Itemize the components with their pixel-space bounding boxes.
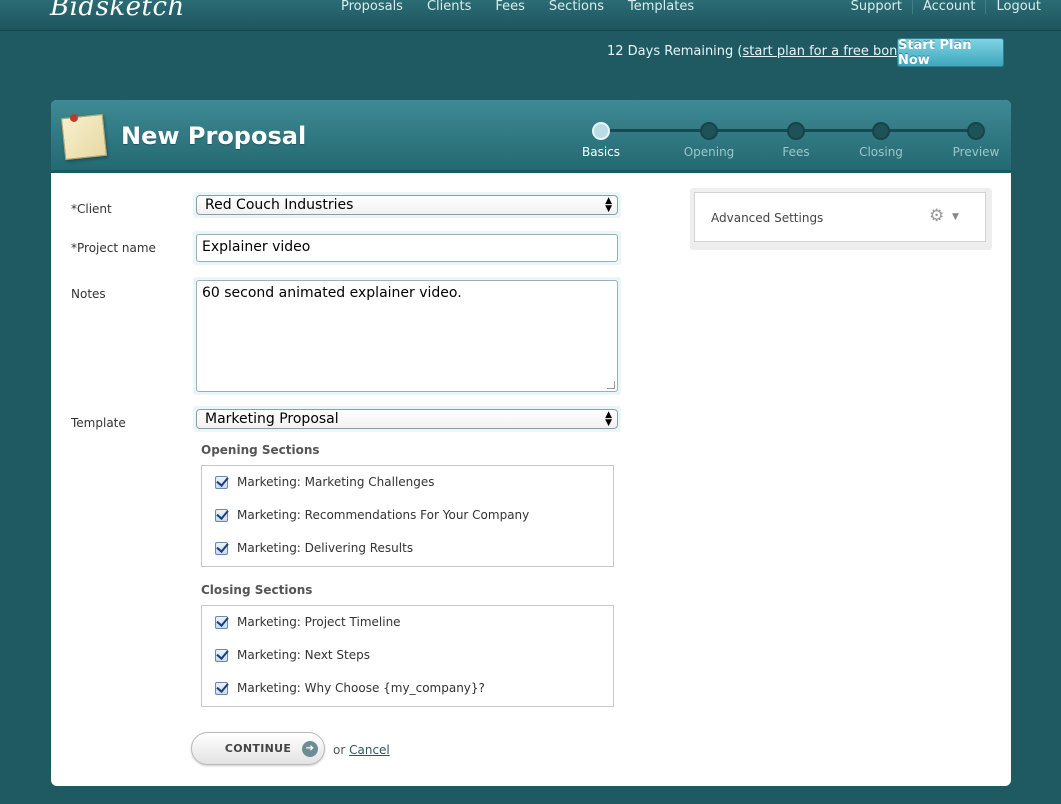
- opening-sections-title: Opening Sections: [201, 443, 320, 457]
- select-arrows-icon: ▲ ▼: [605, 196, 612, 214]
- checkbox-checked-icon[interactable]: [215, 648, 228, 662]
- notes-textarea[interactable]: 60 second animated explainer video.: [196, 280, 618, 392]
- main-nav: Proposals Clients Fees Sections Template…: [329, 0, 706, 14]
- list-item[interactable]: Marketing: Project Timeline: [215, 615, 401, 629]
- step-label: Closing: [859, 145, 903, 159]
- section-label: Marketing: Marketing Challenges: [237, 475, 435, 489]
- checkbox-checked-icon[interactable]: [215, 615, 228, 629]
- section-label: Marketing: Project Timeline: [237, 615, 401, 629]
- advanced-settings-panel: Advanced Settings ⚙ ▼: [690, 188, 992, 250]
- advanced-settings-toggle[interactable]: Advanced Settings ⚙ ▼: [694, 192, 986, 242]
- gear-icon[interactable]: ⚙: [929, 206, 944, 226]
- caret-down-icon[interactable]: ▼: [952, 212, 959, 222]
- continue-button[interactable]: CONTINUE ➔: [191, 732, 325, 765]
- checkbox-checked-icon[interactable]: [215, 508, 228, 522]
- closing-sections-title: Closing Sections: [201, 583, 313, 597]
- nav-clients[interactable]: Clients: [415, 0, 483, 14]
- step-basics[interactable]: Basics: [561, 120, 641, 159]
- nav-logout[interactable]: Logout: [985, 0, 1051, 14]
- page-title: New Proposal: [121, 122, 307, 150]
- panel-header: New Proposal Basics Opening Fees Closing: [51, 100, 1011, 173]
- section-label: Marketing: Recommendations For Your Comp…: [237, 508, 530, 522]
- start-plan-button[interactable]: Start Plan Now: [897, 38, 1004, 68]
- step-dot: [967, 122, 985, 140]
- step-dot: [592, 122, 610, 140]
- checkbox-checked-icon[interactable]: [215, 475, 228, 489]
- project-name-input[interactable]: Explainer video: [196, 234, 618, 262]
- checkbox-checked-icon[interactable]: [215, 541, 228, 555]
- step-preview[interactable]: Preview: [936, 120, 1011, 159]
- list-item[interactable]: Marketing: Marketing Challenges: [215, 475, 435, 489]
- section-label: Marketing: Why Choose {my_company}?: [237, 681, 485, 695]
- new-proposal-panel: New Proposal Basics Opening Fees Closing: [51, 100, 1011, 786]
- trial-status: 12 Days Remaining (start plan for a free…: [607, 44, 918, 59]
- list-item[interactable]: Marketing: Delivering Results: [215, 541, 413, 555]
- checkbox-checked-icon[interactable]: [215, 681, 228, 695]
- note-icon: [60, 113, 108, 161]
- list-item[interactable]: Marketing: Why Choose {my_company}?: [215, 681, 485, 695]
- step-label: Opening: [683, 145, 735, 159]
- project-field-wrap: Explainer video: [193, 231, 621, 265]
- notes-field-wrap: 60 second animated explainer video.: [193, 277, 621, 395]
- template-select[interactable]: Marketing Proposal ▲ ▼: [196, 409, 618, 429]
- client-select[interactable]: Red Couch Industries ▲ ▼: [196, 195, 618, 215]
- list-item[interactable]: Marketing: Recommendations For Your Comp…: [215, 508, 529, 522]
- top-navigation: Bidsketch Proposals Clients Fees Section…: [0, 0, 1061, 31]
- continue-label: CONTINUE: [224, 742, 292, 755]
- or-text: or: [333, 743, 346, 757]
- template-field-wrap: Marketing Proposal ▲ ▼: [193, 406, 621, 432]
- step-label: Fees: [782, 145, 810, 159]
- nav-account[interactable]: Account: [911, 0, 986, 14]
- list-item[interactable]: Marketing: Next Steps: [215, 648, 370, 662]
- step-dot: [787, 122, 805, 140]
- project-name-label: *Project name: [71, 241, 156, 255]
- trial-remaining: 12 Days Remaining (: [607, 44, 743, 59]
- section-label: Marketing: Delivering Results: [237, 541, 414, 555]
- closing-sections-list: Marketing: Project Timeline Marketing: N…: [201, 605, 614, 707]
- cancel-link[interactable]: Cancel: [349, 743, 390, 757]
- client-value: Red Couch Industries: [205, 197, 354, 213]
- select-arrows-icon: ▲ ▼: [605, 410, 612, 428]
- step-opening[interactable]: Opening: [669, 120, 749, 159]
- arrow-right-icon: ➔: [302, 741, 318, 757]
- step-dot: [700, 122, 718, 140]
- start-plan-bonus-link[interactable]: start plan for a free bonus: [742, 44, 912, 59]
- nav-support[interactable]: Support: [841, 0, 912, 14]
- cancel-wrap: or Cancel: [333, 743, 390, 757]
- step-label: Preview: [952, 145, 1000, 159]
- account-nav: Support Account Logout: [841, 0, 1051, 14]
- opening-sections-list: Marketing: Marketing Challenges Marketin…: [201, 465, 614, 567]
- nav-sections[interactable]: Sections: [537, 0, 616, 14]
- template-value: Marketing Proposal: [205, 411, 339, 427]
- step-label: Basics: [581, 145, 621, 159]
- template-label: Template: [71, 416, 126, 430]
- nav-templates[interactable]: Templates: [616, 0, 706, 14]
- advanced-settings-label: Advanced Settings: [711, 211, 824, 225]
- nav-fees[interactable]: Fees: [483, 0, 537, 14]
- step-fees[interactable]: Fees: [756, 120, 836, 159]
- step-closing[interactable]: Closing: [841, 120, 921, 159]
- section-label: Marketing: Next Steps: [237, 648, 371, 662]
- nav-proposals[interactable]: Proposals: [329, 0, 415, 14]
- progress-steps: Basics Opening Fees Closing Preview: [582, 120, 1006, 165]
- bidsketch-logo[interactable]: Bidsketch: [50, 0, 185, 22]
- client-label: *Client: [71, 202, 112, 216]
- step-dot: [872, 122, 890, 140]
- client-field-wrap: Red Couch Industries ▲ ▼: [193, 192, 621, 218]
- notes-label: Notes: [71, 287, 106, 301]
